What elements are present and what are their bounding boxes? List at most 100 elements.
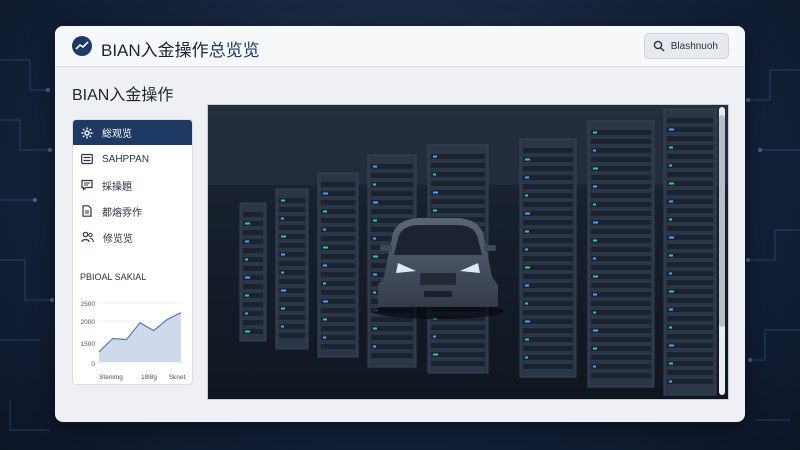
server-unit <box>523 229 573 234</box>
status-led <box>281 217 284 220</box>
server-unit <box>591 301 651 306</box>
status-led <box>245 294 249 297</box>
status-led <box>525 248 528 251</box>
search-button[interactable]: Blashnuoh <box>643 33 729 59</box>
status-led <box>593 311 596 314</box>
server-unit <box>667 190 713 195</box>
server-unit <box>591 202 651 207</box>
status-led <box>593 167 598 170</box>
status-led <box>373 327 377 330</box>
server-unit <box>431 343 485 348</box>
y-tick-label: 0 <box>91 361 95 368</box>
server-unit <box>667 334 713 339</box>
status-led <box>433 155 437 158</box>
server-unit <box>523 355 573 360</box>
app-title-suffix: 总览览 <box>208 41 260 60</box>
sidebar-item-documents[interactable]: 都熔雰作 <box>73 199 192 223</box>
server-unit <box>591 130 651 135</box>
status-led <box>245 330 250 333</box>
server-unit <box>431 325 485 330</box>
server-unit <box>591 229 651 234</box>
server-unit <box>523 148 573 153</box>
server-unit <box>523 319 573 324</box>
status-led <box>281 325 284 328</box>
x-tick-label: Stenimg <box>99 374 123 381</box>
scrollbar-thumb[interactable] <box>719 115 725 327</box>
server-unit <box>321 182 355 187</box>
server-unit <box>431 361 485 366</box>
status-led <box>433 209 437 212</box>
status-led <box>593 239 597 242</box>
server-unit <box>321 236 355 241</box>
status-led <box>323 336 326 339</box>
server-unit <box>667 325 713 330</box>
server-unit <box>279 297 305 302</box>
status-led <box>373 201 378 204</box>
server-unit <box>431 334 485 339</box>
server-unit <box>279 207 305 212</box>
server-unit <box>591 166 651 171</box>
server-unit <box>591 247 651 252</box>
server-unit <box>523 157 573 162</box>
server-unit <box>523 346 573 351</box>
sidebar-item-label: SAHPPAN <box>102 153 150 165</box>
trend-logo-icon <box>72 36 92 56</box>
server-unit <box>321 272 355 277</box>
server-unit <box>667 262 713 267</box>
server-unit <box>321 254 355 259</box>
server-unit <box>243 284 263 289</box>
y-tick-label: 2000 <box>81 319 96 326</box>
server-unit <box>431 199 485 204</box>
server-unit <box>591 346 651 351</box>
server-unit <box>591 337 651 342</box>
title-bar: BIAN入金操作总览览 Blashnuoh <box>55 26 745 67</box>
document-icon <box>82 205 92 217</box>
status-led <box>373 345 376 348</box>
server-unit <box>523 220 573 225</box>
status-led <box>525 266 530 269</box>
server-unit <box>523 247 573 252</box>
x-tick-label: Sknet <box>169 374 186 381</box>
status-led <box>593 221 598 224</box>
status-led <box>245 312 248 315</box>
status-led <box>323 282 326 285</box>
status-led <box>323 318 327 321</box>
sidebar-item-overview[interactable]: 総观览 <box>73 120 192 145</box>
server-unit <box>591 157 651 162</box>
sidebar-item-users[interactable]: 修览览 <box>73 225 192 249</box>
server-unit <box>431 154 485 159</box>
status-led <box>525 230 529 233</box>
sidebar-item-sahppan[interactable]: SAHPPAN <box>73 147 192 171</box>
server-unit <box>591 175 651 180</box>
server-unit <box>243 230 263 235</box>
sidebar-item-label: 修览览 <box>103 233 133 245</box>
status-led <box>373 165 377 168</box>
server-unit <box>523 202 573 207</box>
server-unit <box>321 218 355 223</box>
status-led <box>281 271 284 274</box>
server-unit <box>523 292 573 297</box>
status-led <box>281 289 286 292</box>
server-unit <box>371 191 413 196</box>
server-unit <box>431 352 485 357</box>
server-unit <box>591 292 651 297</box>
status-led <box>525 176 529 179</box>
sidebar-item-messages[interactable]: 採操題 <box>73 173 192 197</box>
sidebar: 総观览 SAHPPAN 採操題 都熔雰作 修览览 PBIOAL SAKIAL 2… <box>72 119 193 385</box>
status-led <box>593 185 597 188</box>
server-unit <box>523 301 573 306</box>
server-unit <box>667 316 713 321</box>
status-led <box>323 246 328 249</box>
server-unit <box>591 139 651 144</box>
server-unit <box>243 248 263 253</box>
status-led <box>669 254 673 257</box>
server-unit <box>431 208 485 213</box>
server-unit <box>667 280 713 285</box>
server-room-image <box>208 105 728 399</box>
server-unit <box>321 200 355 205</box>
server-unit <box>431 163 485 168</box>
status-led <box>525 284 529 287</box>
status-led <box>433 191 438 194</box>
status-led <box>669 218 672 221</box>
server-unit <box>321 308 355 313</box>
